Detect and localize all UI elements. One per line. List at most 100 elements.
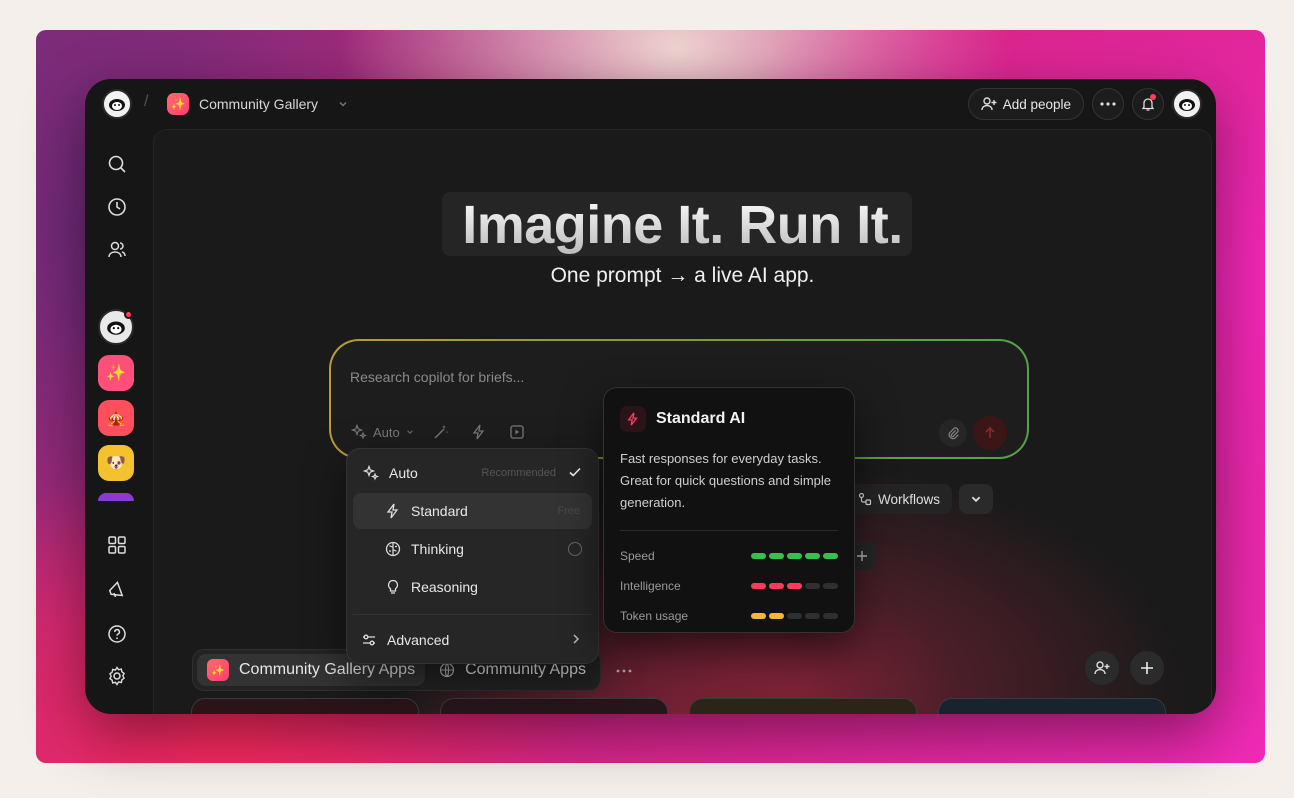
app-card[interactable]	[689, 698, 917, 714]
add-people-label: Add people	[1002, 96, 1071, 112]
play-square-icon[interactable]	[506, 421, 528, 443]
send-button[interactable]	[973, 416, 1007, 450]
info-card-description: Fast responses for everyday tasks. Great…	[620, 451, 831, 510]
workspace-avatar[interactable]	[102, 89, 132, 119]
metric-bar-segment	[823, 613, 838, 619]
globe-icon	[439, 662, 455, 678]
paperclip-icon	[948, 427, 959, 440]
user-avatar[interactable]	[1172, 89, 1202, 119]
lightning-icon	[620, 406, 646, 432]
more-chips-button[interactable]	[959, 484, 993, 514]
sidebar: ✨ 🎪 🐶	[85, 129, 149, 714]
sidebar-app-sheep[interactable]	[98, 309, 134, 345]
metric-bar-segment	[805, 553, 820, 559]
advanced-label: Advanced	[387, 632, 450, 648]
sidebar-app-dog[interactable]: 🐶	[98, 445, 134, 481]
model-option-auto[interactable]: Auto Recommended	[353, 455, 592, 491]
people-icon[interactable]	[105, 238, 129, 262]
grid-icon[interactable]	[105, 533, 129, 557]
metric-bar-segment	[787, 553, 802, 559]
model-option-reasoning[interactable]: Reasoning	[353, 569, 592, 605]
app-card[interactable]	[191, 698, 419, 714]
model-selector-button[interactable]: Auto	[351, 424, 414, 440]
invite-button[interactable]	[1085, 651, 1119, 685]
chevron-right-icon	[570, 632, 582, 648]
metric-bars	[751, 613, 838, 619]
model-info-card: Standard AI Fast responses for everyday …	[603, 387, 855, 633]
metric-label: Token usage	[620, 609, 689, 623]
metric-bar-segment	[769, 553, 784, 559]
check-icon	[568, 465, 582, 482]
metric-bar-segment	[751, 583, 766, 589]
metric-bar-segment	[787, 583, 802, 589]
model-option-standard[interactable]: Standard Free	[353, 493, 592, 529]
chevron-down-icon	[406, 430, 413, 434]
sparkle-icon	[361, 463, 381, 483]
tabs-more-button[interactable]	[616, 660, 632, 678]
megaphone-icon[interactable]	[105, 578, 129, 602]
model-option-label: Thinking	[411, 541, 464, 557]
metric-bars	[751, 583, 838, 589]
metric-bar-segment	[805, 613, 820, 619]
sparkle-icon	[351, 424, 367, 440]
sparkles-icon: ✨	[106, 365, 126, 382]
lightbulb-icon	[383, 577, 403, 597]
metric-bar-segment	[823, 553, 838, 559]
top-bar: / ✨ Community Gallery Add people	[85, 79, 1216, 129]
sparkles-icon: ✨	[167, 93, 189, 115]
lightning-icon	[383, 501, 403, 521]
settings-gear-icon[interactable]	[105, 664, 129, 688]
chevron-down-icon[interactable]	[338, 99, 348, 109]
metric-bar-segment	[769, 583, 784, 589]
notifications-button[interactable]	[1132, 88, 1164, 120]
help-icon[interactable]	[105, 622, 129, 646]
lightning-sparkle-icon[interactable]	[468, 421, 490, 443]
info-card-title: Standard AI	[656, 410, 746, 427]
sidebar-app-sparkles[interactable]: ✨	[98, 355, 134, 391]
workflows-label: Workflows	[878, 491, 941, 507]
model-option-hint: Recommended	[481, 467, 556, 479]
app-card[interactable]	[440, 698, 668, 714]
arrow-up-icon	[985, 426, 995, 438]
radio-indicator	[568, 542, 582, 556]
dog-icon: 🐶	[106, 455, 126, 472]
metric-label: Intelligence	[620, 579, 681, 593]
sidebar-app-partial[interactable]	[98, 493, 134, 501]
notification-dot	[1150, 94, 1156, 100]
plus-icon	[857, 551, 867, 561]
model-option-label: Auto	[389, 465, 418, 481]
sliders-icon	[359, 630, 379, 650]
attach-button[interactable]	[939, 419, 967, 447]
prompt-toolbar: Auto	[351, 421, 528, 443]
search-icon[interactable]	[105, 152, 129, 176]
add-people-button[interactable]: Add people	[967, 88, 1084, 120]
model-selector-label: Auto	[373, 424, 400, 440]
metric-bars	[751, 553, 838, 559]
model-option-label: Reasoning	[411, 579, 478, 595]
top-right-actions: Add people	[967, 88, 1202, 120]
sidebar-app-circus[interactable]: 🎪	[98, 400, 134, 436]
metric-label: Speed	[620, 549, 655, 563]
advanced-menu-item[interactable]: Advanced	[353, 622, 592, 658]
info-card-divider	[620, 530, 838, 531]
history-icon[interactable]	[105, 195, 129, 219]
metric-row: Speed	[620, 541, 838, 571]
sheep-icon	[1179, 99, 1195, 111]
metric-row: Token usage	[620, 601, 838, 631]
workflows-chip[interactable]: Workflows	[846, 484, 953, 514]
metric-bar-segment	[787, 613, 802, 619]
create-app-button[interactable]	[1130, 651, 1164, 685]
metric-bar-segment	[823, 583, 838, 589]
user-plus-icon	[980, 97, 997, 111]
model-option-thinking[interactable]: Thinking	[353, 531, 592, 567]
plus-icon	[1141, 662, 1153, 674]
breadcrumb-label: Community Gallery	[199, 96, 319, 112]
app-card[interactable]	[938, 698, 1166, 714]
breadcrumb[interactable]: ✨ Community Gallery	[167, 93, 348, 115]
circus-tent-icon: 🎪	[106, 410, 126, 427]
magic-wand-icon[interactable]	[430, 421, 452, 443]
model-option-label: Standard	[411, 503, 468, 519]
more-options-button[interactable]	[1092, 88, 1124, 120]
prompt-input[interactable]: Research copilot for briefs...	[350, 369, 524, 385]
sheep-icon	[107, 321, 125, 335]
